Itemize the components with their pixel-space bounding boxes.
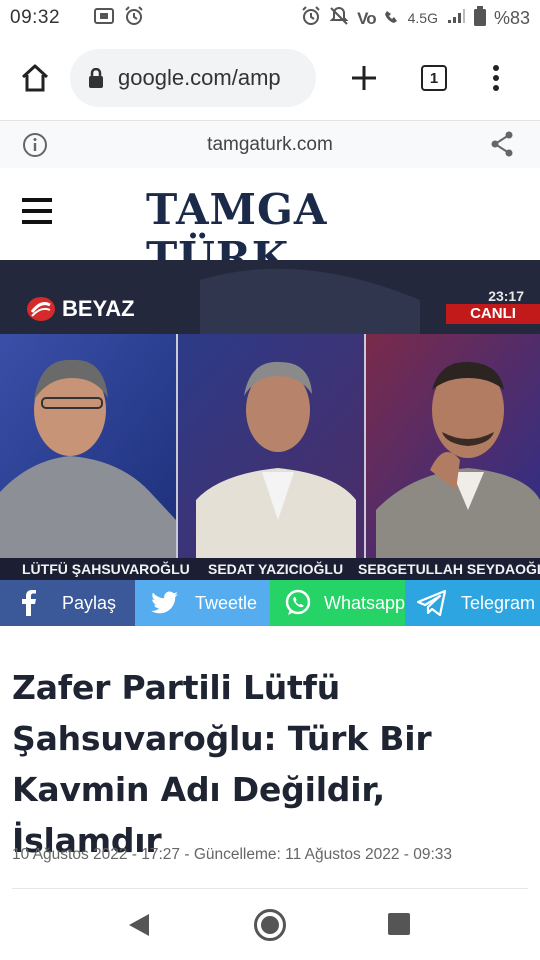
broadcast-clock: 23:17	[488, 288, 524, 304]
amp-header: tamgaturk.com	[0, 120, 540, 168]
divider	[12, 888, 528, 889]
twitter-icon	[151, 591, 178, 614]
battery-level: %83	[493, 8, 530, 28]
live-indicator: 23:17 CANLI	[446, 288, 540, 324]
home-icon	[21, 64, 49, 92]
caption-bar: LÜTFÜ ŞAHSUVAROĞLU SEDAT YAZICIOĞLU SEBG…	[0, 558, 540, 580]
guest-caption: SEBGETULLAH SEYDAOĞLU	[358, 561, 540, 577]
live-label: CANLI	[446, 304, 540, 324]
facebook-share-button[interactable]: Paylaş	[0, 580, 135, 626]
back-icon[interactable]	[127, 912, 151, 938]
browser-menu-button[interactable]	[476, 36, 516, 120]
home-button[interactable]	[0, 36, 70, 120]
android-nav-bar	[0, 890, 540, 960]
channel-name: BEYAZ	[62, 296, 135, 321]
twitter-share-label: Tweetle	[195, 592, 258, 613]
new-tab-button[interactable]	[338, 36, 390, 120]
recents-icon[interactable]	[388, 913, 410, 935]
share-icon[interactable]	[490, 131, 514, 157]
telegram-share-label: Telegram	[461, 592, 536, 613]
facebook-share-label: Paylaş	[62, 592, 117, 613]
tab-count: 1	[421, 65, 447, 91]
mute-icon	[329, 6, 349, 31]
whatsapp-share-label: Whatsapp	[323, 592, 405, 613]
tab-switcher-button[interactable]: 1	[408, 36, 460, 120]
amp-domain[interactable]: tamgaturk.com	[0, 134, 540, 156]
share-bar: Paylaş Tweetle Whatsapp Telegram	[0, 580, 540, 626]
lock-icon	[89, 68, 103, 88]
volte-indicator: Vo	[357, 8, 376, 28]
guest-caption: LÜTFÜ ŞAHSUVAROĞLU	[22, 561, 190, 577]
whatsapp-icon	[285, 589, 311, 615]
screenshot-icon	[94, 7, 115, 30]
address-bar[interactable]: google.com/amp	[70, 49, 316, 107]
site-header: TAMGA TÜRK	[0, 168, 540, 282]
signal-icon	[446, 7, 466, 30]
status-time: 09:32	[10, 7, 61, 28]
status-bar: 09:32 Vo 4.5G %83	[0, 0, 540, 36]
facebook-icon	[22, 590, 36, 616]
more-vertical-icon	[493, 65, 499, 91]
network-type: 4.5G	[407, 10, 438, 26]
home-nav-icon[interactable]	[253, 908, 287, 942]
twitter-share-button[interactable]: Tweetle	[135, 580, 270, 626]
hamburger-menu-icon[interactable]	[22, 198, 52, 224]
article-meta: 10 Ağustos 2022 - 17:27 - Güncelleme: 11…	[12, 846, 453, 863]
url-text: google.com/amp	[118, 65, 281, 90]
guest-caption: SEDAT YAZICIOĞLU	[208, 561, 344, 577]
article-title: Zafer Partili Lütfü Şahsuvaroğlu: Türk B…	[12, 668, 432, 860]
site-logo[interactable]: TAMGA TÜRK	[146, 186, 394, 282]
channel-logo: BEYAZ	[26, 296, 135, 322]
telegram-icon	[417, 590, 447, 616]
telegram-share-button[interactable]: Telegram	[405, 580, 540, 626]
info-icon[interactable]	[22, 132, 48, 158]
channel-mark-icon	[27, 297, 55, 321]
whatsapp-share-button[interactable]: Whatsapp	[270, 580, 405, 626]
battery-icon	[473, 5, 486, 31]
wifi-calling-icon	[384, 8, 400, 29]
plus-icon	[352, 66, 376, 90]
alarm-icon	[301, 5, 321, 31]
browser-toolbar: google.com/amp 1	[0, 36, 540, 120]
alarm-icon	[124, 5, 144, 31]
article-image[interactable]: BEYAZ 23:17 CANLI LÜTFÜ ŞAHSUVAROĞLU SED…	[0, 260, 540, 580]
